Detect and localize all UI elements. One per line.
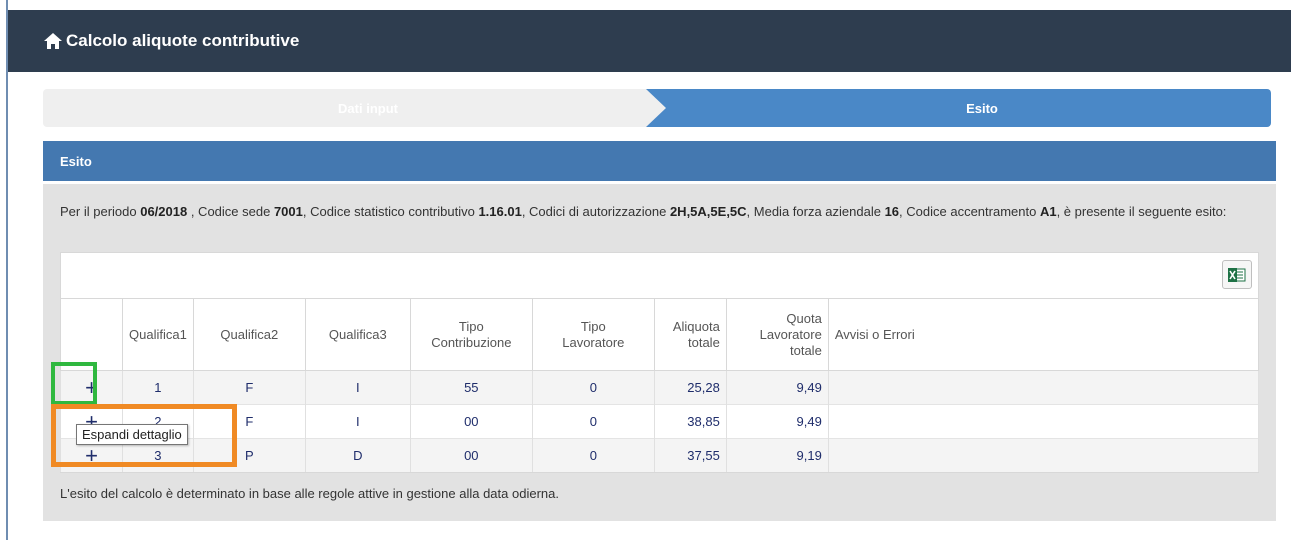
cell-tipo-contribuzione: 00 xyxy=(409,404,533,439)
col-qualifica3[interactable]: Qualifica3 xyxy=(304,298,411,371)
table-row: + 3 P D 00 0 37,55 9,19 xyxy=(60,438,1260,473)
cell-tipo-lavoratore: 0 xyxy=(531,438,655,473)
title-bar: Calcolo aliquote contributive xyxy=(8,10,1291,72)
wizard-step-dati-input[interactable]: Dati input xyxy=(43,89,693,127)
cell-aliquota-totale: 38,85 xyxy=(653,404,727,439)
export-excel-button[interactable] xyxy=(1222,260,1252,289)
cell-tipo-contribuzione: 00 xyxy=(409,438,533,473)
cell-aliquota-totale: 25,28 xyxy=(653,370,727,405)
col-expander xyxy=(60,298,123,371)
table-header-row: Qualifica1 Qualifica2 Qualifica3 Tipo Con… xyxy=(60,298,1260,371)
excel-icon xyxy=(1228,267,1246,282)
cell-qualifica3: I xyxy=(304,404,411,439)
window-border xyxy=(6,0,8,540)
cell-avvisi xyxy=(827,370,1260,405)
results-table: Qualifica1 Qualifica2 Qualifica3 Tipo Con… xyxy=(60,298,1260,473)
cell-quota-lavoratore: 9,49 xyxy=(725,404,829,439)
grid-toolbar xyxy=(60,252,1259,298)
cell-avvisi xyxy=(827,438,1260,473)
panel-body: Per il periodo 06/2018 , Codice sede 700… xyxy=(43,184,1276,521)
cell-qualifica3: I xyxy=(304,370,411,405)
cell-qualifica1: 1 xyxy=(122,370,194,405)
col-tipo-lavoratore[interactable]: Tipo Lavoratore xyxy=(531,298,655,371)
page-title: Calcolo aliquote contributive xyxy=(66,31,300,50)
cell-tipo-contribuzione: 55 xyxy=(409,370,533,405)
cell-aliquota-totale: 37,55 xyxy=(653,438,727,473)
cell-qualifica3: D xyxy=(304,438,411,473)
tooltip: Espandi dettaglio xyxy=(76,424,188,445)
col-qualifica2[interactable]: Qualifica2 xyxy=(192,298,306,371)
wizard-step-esito[interactable]: Esito xyxy=(693,89,1271,127)
table-row: + 1 F I 55 0 25,28 9,49 xyxy=(60,370,1260,405)
cell-avvisi xyxy=(827,404,1260,439)
col-avvisi-errori[interactable]: Avvisi o Errori xyxy=(827,298,1260,371)
footnote: L'esito del calcolo è determinato in bas… xyxy=(60,486,559,501)
result-intro: Per il periodo 06/2018 , Codice sede 700… xyxy=(60,204,1227,219)
col-aliquota-totale[interactable]: Aliquota totale xyxy=(653,298,727,371)
cell-tipo-lavoratore: 0 xyxy=(531,404,655,439)
col-qualifica1[interactable]: Qualifica1 xyxy=(122,298,194,371)
highlight-box-green xyxy=(51,362,97,405)
cell-quota-lavoratore: 9,19 xyxy=(725,438,829,473)
col-tipo-contribuzione[interactable]: Tipo Contribuzione xyxy=(409,298,533,371)
panel-header: Esito xyxy=(43,141,1276,181)
wizard-steps: Dati input Esito xyxy=(43,89,1271,127)
col-quota-lavoratore-totale[interactable]: Quota Lavoratore totale xyxy=(725,298,829,371)
cell-tipo-lavoratore: 0 xyxy=(531,370,655,405)
table-row: + 2 F I 00 0 38,85 9,49 xyxy=(60,404,1260,439)
home-icon[interactable] xyxy=(43,32,63,50)
cell-quota-lavoratore: 9,49 xyxy=(725,370,829,405)
cell-qualifica2: F xyxy=(192,370,306,405)
